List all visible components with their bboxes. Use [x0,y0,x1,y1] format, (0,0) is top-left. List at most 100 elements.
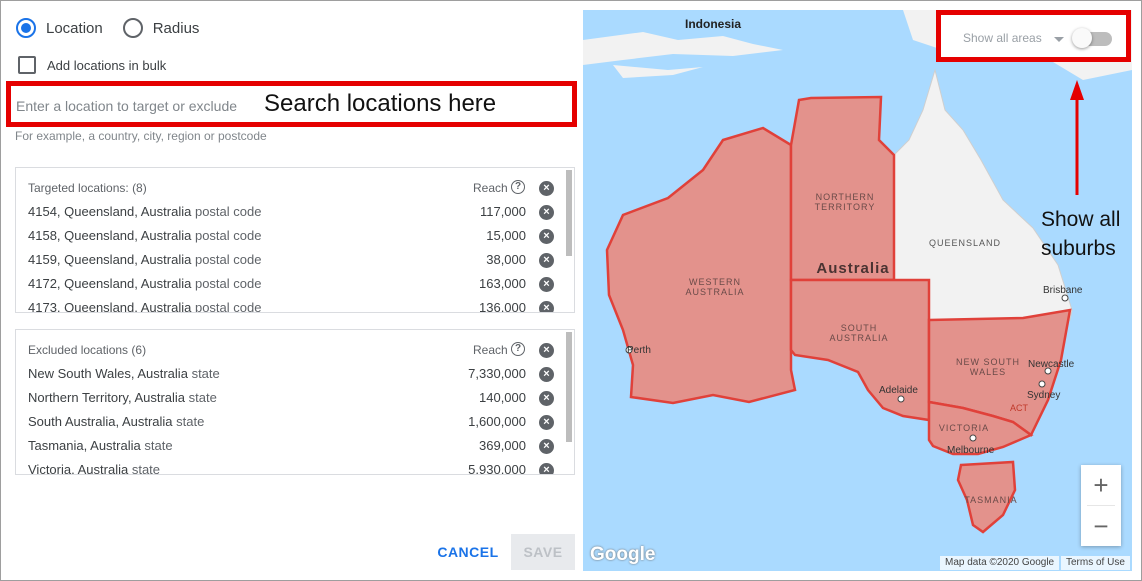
table-row: South Australia, Australia state 1,600,0… [16,414,561,438]
map-view[interactable]: Indonesia NORTHERN TERRITORY Australia Q… [583,10,1132,571]
adelaide-dot [897,395,905,403]
table-row: Tasmania, Australia state 369,000 × [16,438,561,462]
reach-value: 38,000 [486,252,526,267]
location-radio-label[interactable]: Location [46,20,103,37]
save-button[interactable]: SAVE [511,534,575,570]
act-label: ACT [1010,403,1029,413]
location-type: postal code [194,276,262,291]
excluded-locations-panel: Excluded locations (6) Reach ? × New Sou… [15,329,575,475]
australia-label: Australia [816,260,889,277]
search-hint: For example, a country, city, region or … [15,129,267,143]
annotation-arrow-head [1070,80,1084,100]
remove-icon[interactable]: × [539,277,554,292]
location-radio[interactable] [16,18,36,38]
location-name: 4159, Queensland, Australia [28,252,192,267]
map-canvas: Indonesia NORTHERN TERRITORY Australia Q… [583,10,1132,534]
remove-all-icon[interactable]: × [539,343,554,358]
radius-radio[interactable] [122,18,143,38]
remove-icon[interactable]: × [539,463,554,474]
reach-value: 15,000 [486,228,526,243]
cancel-button[interactable]: CANCEL [431,534,505,570]
wa-label-2: AUSTRALIA [685,287,744,297]
location-name: South Australia, Australia [28,414,173,429]
sydney-label: Sydney [1027,390,1060,401]
targeted-header: Targeted locations: (8) [28,181,147,195]
search-annotation: Search locations here [264,90,497,117]
toggle-label[interactable]: Show all areas [963,31,1042,45]
location-type: state [131,462,161,475]
location-type: postal code [194,228,262,243]
table-row: 4158, Queensland, Australia postal code … [16,228,561,252]
tasmania-label: TASMANIA [964,495,1017,505]
reach-value: 140,000 [479,390,526,405]
annotation-line-2: suburbs [1041,237,1116,260]
location-type: postal code [194,252,262,267]
scrollbar[interactable] [566,170,572,256]
remove-all-icon[interactable]: × [539,181,554,196]
sa-label-1: SOUTH [841,323,878,333]
remove-icon[interactable]: × [539,391,554,406]
location-name: New South Wales, Australia [28,366,188,381]
remove-icon[interactable]: × [539,253,554,268]
indonesia-label: Indonesia [685,17,741,31]
location-search-field[interactable]: Enter a location to target or exclude Se… [6,81,577,127]
location-name: 4158, Queensland, Australia [28,228,192,243]
location-name: Tasmania, Australia [28,438,141,453]
show-suburbs-annotation: Show all suburbs [1041,205,1120,263]
toggle-knob[interactable] [1072,28,1092,48]
reach-value: 7,330,000 [468,366,526,381]
nsw-label-1: NEW SOUTH [956,357,1020,367]
nsw-label-2: WALES [970,367,1006,377]
bulk-row: Add locations in bulk [18,56,166,74]
location-type: state [144,438,173,453]
reach-value: 163,000 [479,276,526,291]
adelaide-label: Adelaide [879,385,918,396]
queensland-label: QUEENSLAND [929,238,1001,248]
remove-icon[interactable]: × [539,367,554,382]
perth-label: Perth [627,345,651,356]
show-all-areas-toggle[interactable]: Show all areas [936,10,1131,62]
bulk-label[interactable]: Add locations in bulk [47,58,166,73]
table-row: 4172, Queensland, Australia postal code … [16,276,561,300]
location-name: 4172, Queensland, Australia [28,276,192,291]
reach-value: 136,000 [479,300,526,313]
reach-header: Reach [473,343,508,357]
table-row: 4154, Queensland, Australia postal code … [16,204,561,228]
remove-icon[interactable]: × [539,205,554,220]
zoom-controls: + − [1081,465,1121,546]
table-row: 4173, Queensland, Australia postal code … [16,300,561,313]
help-icon[interactable]: ? [511,180,525,194]
zoom-in-button[interactable]: + [1081,465,1121,505]
location-type: state [191,366,220,381]
google-logo: Google [590,544,656,565]
south-australia-region [789,278,931,422]
search-placeholder[interactable]: Enter a location to target or exclude [16,98,237,114]
newcastle-label: Newcastle [1028,359,1075,370]
location-name: Northern Territory, Australia [28,390,186,405]
location-name: 4173, Queensland, Australia [28,300,192,313]
scrollbar[interactable] [566,332,572,442]
chevron-down-icon[interactable] [1054,37,1064,42]
sa-label-2: AUSTRALIA [829,333,888,343]
remove-icon[interactable]: × [539,301,554,312]
location-type: postal code [194,300,262,313]
help-icon[interactable]: ? [511,342,525,356]
terms-link[interactable]: Terms of Use [1061,556,1130,570]
location-name: Victoria, Australia [28,462,129,475]
zoom-out-button[interactable]: − [1081,506,1121,546]
nt-label-2: TERRITORY [815,202,876,212]
excluded-header: Excluded locations (6) [28,343,147,357]
remove-icon[interactable]: × [539,229,554,244]
radius-radio-label[interactable]: Radius [153,20,200,37]
remove-icon[interactable]: × [539,415,554,430]
melbourne-dot [969,434,977,442]
annotation-line-1: Show all [1041,208,1121,231]
remove-icon[interactable]: × [539,439,554,454]
reach-value: 117,000 [479,204,526,219]
bulk-checkbox[interactable] [18,56,36,74]
western-australia-region [605,126,797,405]
mode-selector: Location Radius [16,18,219,38]
reach-value: 1,600,000 [468,414,526,429]
table-row: 4159, Queensland, Australia postal code … [16,252,561,276]
reach-value: 369,000 [479,438,526,453]
